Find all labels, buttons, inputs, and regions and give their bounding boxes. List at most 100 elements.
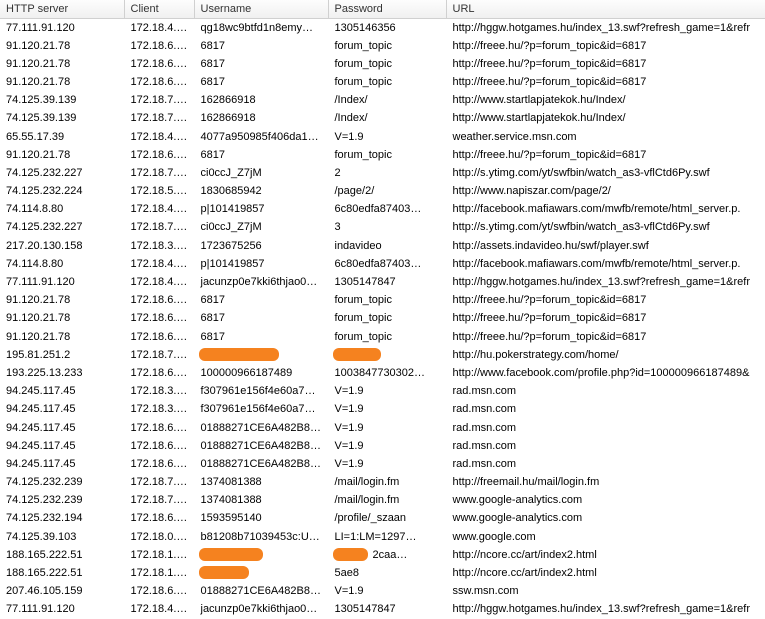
table-row[interactable]: 188.165.222.51172.18.1.482caa…http://nco… (0, 546, 765, 564)
table-row[interactable]: 74.114.8.80172.18.4.228p|1014198576c80ed… (0, 255, 765, 273)
cell-password: V=1.9 (328, 455, 446, 473)
cell-password: V=1.9 (328, 583, 446, 601)
table-row[interactable]: 94.245.117.45172.18.6.10001888271CE6A482… (0, 437, 765, 455)
table-row[interactable]: 74.125.39.139172.18.7.83162866918/Index/… (0, 92, 765, 110)
redaction-overlay (333, 348, 381, 361)
cell-password: 1305147847 (328, 601, 446, 619)
cell-username (194, 546, 328, 564)
cell-client: 172.18.6.119 (124, 328, 194, 346)
cell-url: http://hu.pokerstrategy.com/home/ (446, 346, 765, 364)
cell-url: http://hggw.hotgames.hu/index_13.swf?ref… (446, 273, 765, 291)
table-row[interactable]: 217.20.130.158172.18.3.1921723675256inda… (0, 237, 765, 255)
cell-password: indavideo (328, 237, 446, 255)
cell-password: /mail/login.fm (328, 474, 446, 492)
cell-client: 172.18.6.100 (124, 437, 194, 455)
header-username[interactable]: Username (194, 0, 328, 19)
header-client[interactable]: Client (124, 0, 194, 19)
cell-client: 172.18.4.234 (124, 273, 194, 291)
table-row[interactable]: 94.245.117.45172.18.3.104f307961e156f4e6… (0, 383, 765, 401)
cell-http-server: 74.125.232.194 (0, 510, 124, 528)
cell-client: 172.18.6.100 (124, 583, 194, 601)
table-row[interactable]: 74.125.232.227172.18.7.172ci0ccJ_Z7jM2ht… (0, 164, 765, 182)
table-row[interactable]: 77.111.91.120172.18.4.234jacunzp0e7kki6t… (0, 273, 765, 291)
table-row[interactable]: 65.55.17.39172.18.4.924077a950985f406da1… (0, 128, 765, 146)
cell-url: http://freee.hu/?p=forum_topic&id=6817 (446, 328, 765, 346)
cell-url: rad.msn.com (446, 437, 765, 455)
table-row[interactable]: 94.245.117.45172.18.3.104f307961e156f4e6… (0, 401, 765, 419)
cell-username: p|101419857 (194, 255, 328, 273)
cell-client: 172.18.3.192 (124, 237, 194, 255)
cell-http-server: 188.165.222.51 (0, 564, 124, 582)
cell-http-server: 74.114.8.80 (0, 255, 124, 273)
cell-http-server: 74.125.232.224 (0, 183, 124, 201)
cell-password: 6c80edfa87403… (328, 201, 446, 219)
cell-password: 3 (328, 219, 446, 237)
cell-http-server: 91.120.21.78 (0, 292, 124, 310)
cell-client: 172.18.7.172 (124, 164, 194, 182)
cell-client: 172.18.1.48 (124, 546, 194, 564)
cell-url: http://www.facebook.com/profile.php?id=1… (446, 364, 765, 382)
cell-url: http://freee.hu/?p=forum_topic&id=6817 (446, 37, 765, 55)
cell-username: 1374081388 (194, 492, 328, 510)
table-row[interactable]: 74.125.232.224172.18.5.151830685942/page… (0, 183, 765, 201)
table-row[interactable]: 74.114.8.80172.18.4.228p|1014198576c80ed… (0, 201, 765, 219)
cell-http-server: 74.125.232.239 (0, 474, 124, 492)
cell-http-server: 74.125.232.239 (0, 492, 124, 510)
table-row[interactable]: 91.120.21.78172.18.6.1196817forum_topich… (0, 328, 765, 346)
cell-http-server: 91.120.21.78 (0, 37, 124, 55)
cell-http-server: 91.120.21.78 (0, 310, 124, 328)
table-row[interactable]: 77.111.91.120172.18.4.234qg18wc9btfd1n8e… (0, 19, 765, 38)
table-row[interactable]: 77.111.91.120172.18.4.234jacunzp0e7kki6t… (0, 601, 765, 619)
table-row[interactable]: 74.125.232.239172.18.7.1801374081388/mai… (0, 474, 765, 492)
cell-client: 172.18.7.180 (124, 474, 194, 492)
cell-password: /Index/ (328, 92, 446, 110)
table-row[interactable]: 94.245.117.45172.18.6.10001888271CE6A482… (0, 455, 765, 473)
table-row[interactable]: 91.120.21.78172.18.6.1196817forum_topich… (0, 292, 765, 310)
cell-password: V=1.9 (328, 128, 446, 146)
table-row[interactable]: 74.125.232.227172.18.7.172ci0ccJ_Z7jM3ht… (0, 219, 765, 237)
redaction-overlay (333, 548, 368, 561)
cell-username: 6817 (194, 328, 328, 346)
cell-http-server: 94.245.117.45 (0, 455, 124, 473)
redaction-overlay (199, 548, 263, 561)
cell-http-server: 74.125.232.227 (0, 164, 124, 182)
redaction-overlay (199, 348, 279, 361)
cell-username (194, 564, 328, 582)
cell-username: f307961e156f4e60a70f… (194, 401, 328, 419)
cell-url: http://hggw.hotgames.hu/index_13.swf?ref… (446, 19, 765, 38)
table-row[interactable]: 195.81.251.2172.18.7.155http://hu.pokers… (0, 346, 765, 364)
header-password[interactable]: Password (328, 0, 446, 19)
cell-username: 6817 (194, 292, 328, 310)
cell-username: 1593595140 (194, 510, 328, 528)
header-http-server[interactable]: HTTP server (0, 0, 124, 19)
table-row[interactable]: 188.165.222.51172.18.1.485ae8http://ncor… (0, 564, 765, 582)
cell-client: 172.18.6.119 (124, 310, 194, 328)
cell-http-server: 188.165.222.51 (0, 546, 124, 564)
cell-username: 1723675256 (194, 237, 328, 255)
table-row[interactable]: 91.120.21.78172.18.6.1196817forum_topich… (0, 146, 765, 164)
table-row[interactable]: 74.125.232.194172.18.6.1421593595140/pro… (0, 510, 765, 528)
table-row[interactable]: 91.120.21.78172.18.6.1196817forum_topich… (0, 310, 765, 328)
cell-url: http://facebook.mafiawars.com/mwfb/remot… (446, 201, 765, 219)
cell-client: 172.18.4.234 (124, 601, 194, 619)
table-row[interactable]: 91.120.21.78172.18.6.1196817forum_topich… (0, 55, 765, 73)
table-row[interactable]: 91.120.21.78172.18.6.1196817forum_topich… (0, 73, 765, 91)
cell-url: http://assets.indavideo.hu/swf/player.sw… (446, 237, 765, 255)
cell-url: rad.msn.com (446, 383, 765, 401)
cell-url: http://freee.hu/?p=forum_topic&id=6817 (446, 292, 765, 310)
cell-password: V=1.9 (328, 419, 446, 437)
cell-http-server: 91.120.21.78 (0, 146, 124, 164)
cell-client: 172.18.6.100 (124, 455, 194, 473)
cell-client: 172.18.7.180 (124, 492, 194, 510)
table-row[interactable]: 74.125.232.239172.18.7.1801374081388/mai… (0, 492, 765, 510)
cell-http-server: 195.81.251.2 (0, 346, 124, 364)
table-row[interactable]: 74.125.39.139172.18.7.83162866918/Index/… (0, 110, 765, 128)
cell-client: 172.18.7.83 (124, 110, 194, 128)
table-row[interactable]: 207.46.105.159172.18.6.10001888271CE6A48… (0, 583, 765, 601)
table-row[interactable]: 193.225.13.233172.18.6.24610000096618748… (0, 364, 765, 382)
table-row[interactable]: 91.120.21.78172.18.6.1196817forum_topich… (0, 37, 765, 55)
header-url[interactable]: URL (446, 0, 765, 19)
cell-client: 172.18.7.172 (124, 219, 194, 237)
table-row[interactable]: 94.245.117.45172.18.6.10001888271CE6A482… (0, 419, 765, 437)
cell-username: 4077a950985f406da10… (194, 128, 328, 146)
